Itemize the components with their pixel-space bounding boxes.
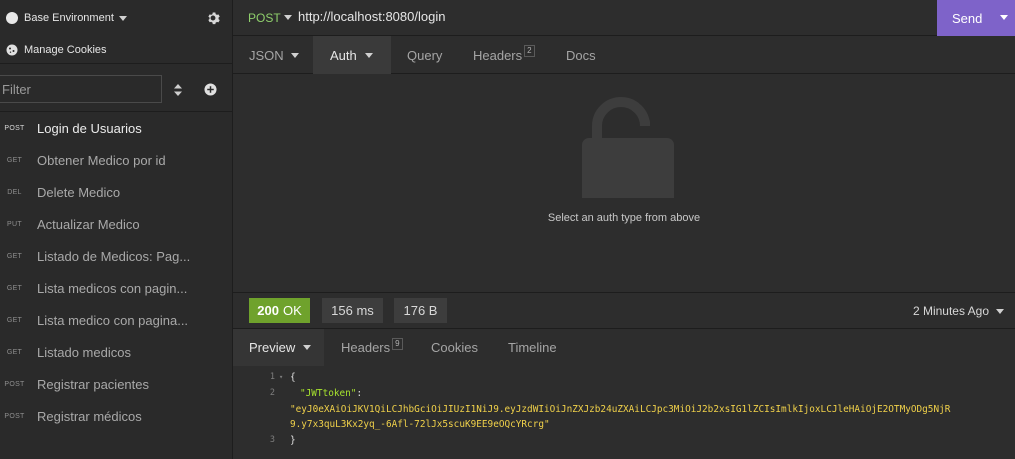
response-headers-count-badge: 9 — [392, 337, 403, 350]
request-name: Lista medico con pagina... — [37, 312, 189, 328]
request-name: Listado medicos — [37, 344, 131, 360]
request-name: Lista medicos con pagin... — [37, 280, 188, 296]
filter-input[interactable] — [0, 75, 162, 103]
chevron-down-icon — [303, 345, 312, 350]
status-badge: 200 OK — [249, 298, 310, 323]
json-string: "eyJ0eXAiOiJKV1QiLCJhbGciOiJIUzI1NiJ9.ey… — [290, 404, 951, 415]
method-badge: GET — [6, 316, 23, 324]
tab-body-label: JSON — [249, 47, 284, 63]
chevron-down-icon[interactable] — [996, 309, 1004, 314]
tab-cookies[interactable]: Cookies — [431, 329, 478, 366]
filter-bar — [0, 68, 233, 112]
list-item[interactable]: POST Registrar médicos — [0, 400, 233, 432]
environment-dot-icon — [6, 12, 18, 24]
request-tabs: JSON Auth Query Headers 2 Docs — [233, 36, 1015, 74]
list-item[interactable]: POST Registrar pacientes — [0, 368, 233, 400]
gear-icon[interactable] — [206, 11, 220, 25]
response-size: 176 B — [394, 298, 447, 323]
tab-query[interactable]: Query — [407, 36, 442, 74]
line-number: 1 — [269, 372, 275, 382]
tab-preview-label: Preview — [249, 340, 296, 355]
tab-body[interactable]: JSON — [249, 36, 299, 74]
list-item[interactable]: GET Lista medicos con pagin... — [0, 272, 233, 304]
tab-response-headers[interactable]: Headers 9 — [341, 329, 403, 366]
manage-cookies-button[interactable]: Manage Cookies — [0, 36, 233, 64]
list-item[interactable]: GET Lista medico con pagina... — [0, 304, 233, 336]
list-item[interactable]: GET Listado de Medicos: Pag... — [0, 240, 233, 272]
json-colon: : — [356, 388, 363, 399]
url-input[interactable]: http://localhost:8080/login — [298, 9, 445, 24]
tab-auth[interactable]: Auth — [313, 36, 391, 74]
response-time: 156 ms — [322, 298, 383, 323]
status-text: OK — [282, 303, 302, 318]
url-bar: POST http://localhost:8080/login Send — [233, 0, 1015, 36]
tab-response-headers-label: Headers — [341, 340, 391, 355]
method-badge: POST — [4, 124, 25, 132]
tab-docs-label: Docs — [566, 47, 596, 63]
unlock-icon — [582, 97, 674, 198]
chevron-down-icon — [364, 52, 373, 58]
tab-timeline[interactable]: Timeline — [508, 329, 557, 366]
tab-headers[interactable]: Headers 2 — [473, 36, 535, 74]
method-badge: GET — [6, 252, 23, 260]
send-label: Send — [952, 10, 983, 26]
environment-selector[interactable]: Base Environment — [0, 0, 233, 36]
auth-hint: Select an auth type from above — [547, 212, 701, 224]
tab-preview[interactable]: Preview — [233, 329, 324, 366]
environment-label: Base Environment — [24, 12, 114, 24]
response-body[interactable]: 1 ▾ { 2 "JWTtoken": "eyJ0eXAiOiJKV1QiLCJ… — [233, 366, 1015, 459]
request-list: POST Login de Usuarios GET Obtener Medic… — [0, 112, 233, 432]
code-text: } — [290, 435, 296, 446]
tab-auth-label: Auth — [330, 47, 357, 63]
plus-circle-icon[interactable] — [204, 83, 217, 96]
chevron-down-icon — [290, 52, 299, 58]
auth-panel: Select an auth type from above — [233, 74, 1015, 292]
list-item[interactable]: PUT Actualizar Medico — [0, 208, 233, 240]
method-badge: GET — [6, 156, 23, 164]
sidebar: Base Environment Manage Cookies POST Log… — [0, 0, 233, 459]
json-key: "JWTtoken" — [300, 388, 357, 399]
method-badge: POST — [4, 412, 25, 420]
response-tabs: Preview Headers 9 Cookies Timeline — [233, 329, 1015, 366]
request-name: Listado de Medicos: Pag... — [37, 248, 191, 264]
json-string: 9.y7x3quL3Kx2yq_-6Afl-72lJx5scuK9EE9eOQc… — [290, 419, 550, 430]
tab-timeline-label: Timeline — [508, 340, 557, 355]
cookie-icon — [6, 44, 18, 55]
method-badge: DEL — [7, 188, 22, 196]
headers-count-badge: 2 — [524, 45, 535, 57]
request-name: Registrar pacientes — [37, 376, 149, 392]
request-name: Actualizar Medico — [37, 216, 140, 232]
list-item[interactable]: GET Listado medicos — [0, 336, 233, 368]
method-badge: PUT — [7, 220, 22, 228]
line-number: 2 — [269, 388, 275, 398]
request-name: Obtener Medico por id — [37, 152, 166, 168]
request-name: Registrar médicos — [37, 408, 142, 424]
chevron-down-icon — [118, 15, 127, 21]
list-item[interactable]: POST Login de Usuarios — [0, 112, 233, 144]
manage-cookies-label: Manage Cookies — [24, 43, 107, 56]
chevron-down-icon[interactable] — [284, 15, 292, 20]
line-number: 3 — [269, 435, 275, 445]
chevron-down-icon[interactable] — [1000, 15, 1008, 20]
send-button[interactable]: Send — [937, 0, 1015, 36]
response-status-bar: 200 OK 156 ms 176 B 2 Minutes Ago — [233, 292, 1015, 329]
code-text: "JWTtoken": — [300, 387, 362, 400]
tab-headers-label: Headers — [473, 47, 523, 63]
tab-cookies-label: Cookies — [431, 340, 478, 355]
sort-icon[interactable] — [172, 82, 184, 98]
response-history-selector[interactable]: 2 Minutes Ago — [913, 304, 989, 318]
code-text: { — [290, 372, 296, 383]
method-badge: POST — [4, 380, 25, 388]
tab-docs[interactable]: Docs — [566, 36, 596, 74]
list-item[interactable]: DEL Delete Medico — [0, 176, 233, 208]
method-selector[interactable]: POST — [248, 11, 281, 25]
method-badge: GET — [6, 284, 23, 292]
tab-query-label: Query — [407, 47, 443, 63]
list-item[interactable]: GET Obtener Medico por id — [0, 144, 233, 176]
request-name: Delete Medico — [37, 184, 121, 200]
request-name: Login de Usuarios — [37, 120, 142, 136]
status-code: 200 — [257, 303, 279, 318]
method-badge: GET — [6, 348, 23, 356]
fold-arrow-icon[interactable]: ▾ — [279, 371, 283, 384]
